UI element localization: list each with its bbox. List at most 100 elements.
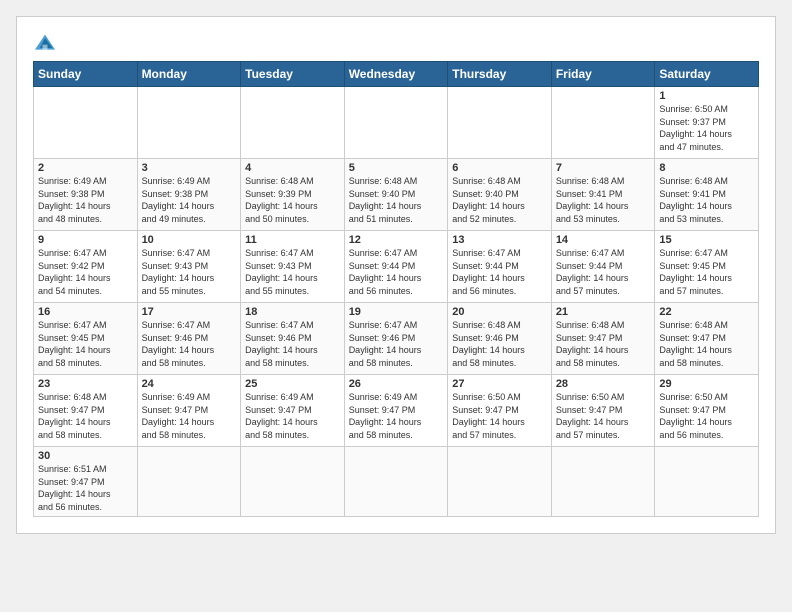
day-number: 24	[142, 378, 237, 390]
calendar-cell: 17Sunrise: 6:47 AM Sunset: 9:46 PM Dayli…	[137, 303, 241, 375]
day-number: 8	[659, 162, 754, 174]
calendar-cell	[241, 87, 345, 159]
cell-info: Sunrise: 6:49 AM Sunset: 9:38 PM Dayligh…	[38, 175, 133, 225]
week-row: 23Sunrise: 6:48 AM Sunset: 9:47 PM Dayli…	[34, 375, 759, 447]
calendar-cell	[344, 87, 448, 159]
calendar-cell: 26Sunrise: 6:49 AM Sunset: 9:47 PM Dayli…	[344, 375, 448, 447]
calendar-cell: 22Sunrise: 6:48 AM Sunset: 9:47 PM Dayli…	[655, 303, 759, 375]
calendar-cell: 5Sunrise: 6:48 AM Sunset: 9:40 PM Daylig…	[344, 159, 448, 231]
day-header-friday: Friday	[551, 62, 655, 87]
cell-info: Sunrise: 6:48 AM Sunset: 9:40 PM Dayligh…	[452, 175, 547, 225]
calendar-cell	[241, 447, 345, 517]
day-header-tuesday: Tuesday	[241, 62, 345, 87]
day-number: 25	[245, 378, 340, 390]
week-row: 16Sunrise: 6:47 AM Sunset: 9:45 PM Dayli…	[34, 303, 759, 375]
calendar-cell	[655, 447, 759, 517]
day-number: 27	[452, 378, 547, 390]
calendar-cell: 3Sunrise: 6:49 AM Sunset: 9:38 PM Daylig…	[137, 159, 241, 231]
cell-info: Sunrise: 6:51 AM Sunset: 9:47 PM Dayligh…	[38, 463, 133, 513]
cell-info: Sunrise: 6:49 AM Sunset: 9:38 PM Dayligh…	[142, 175, 237, 225]
calendar-cell: 21Sunrise: 6:48 AM Sunset: 9:47 PM Dayli…	[551, 303, 655, 375]
cell-info: Sunrise: 6:50 AM Sunset: 9:37 PM Dayligh…	[659, 103, 754, 153]
calendar-cell	[448, 87, 552, 159]
day-number: 14	[556, 234, 651, 246]
cell-info: Sunrise: 6:48 AM Sunset: 9:41 PM Dayligh…	[659, 175, 754, 225]
calendar-cell	[137, 447, 241, 517]
calendar-cell: 6Sunrise: 6:48 AM Sunset: 9:40 PM Daylig…	[448, 159, 552, 231]
cell-info: Sunrise: 6:50 AM Sunset: 9:47 PM Dayligh…	[452, 391, 547, 441]
cell-info: Sunrise: 6:47 AM Sunset: 9:43 PM Dayligh…	[142, 247, 237, 297]
calendar-cell	[551, 87, 655, 159]
calendar-cell: 23Sunrise: 6:48 AM Sunset: 9:47 PM Dayli…	[34, 375, 138, 447]
calendar-cell	[344, 447, 448, 517]
day-number: 18	[245, 306, 340, 318]
header-row: SundayMondayTuesdayWednesdayThursdayFrid…	[34, 62, 759, 87]
cell-info: Sunrise: 6:48 AM Sunset: 9:47 PM Dayligh…	[659, 319, 754, 369]
cell-info: Sunrise: 6:48 AM Sunset: 9:41 PM Dayligh…	[556, 175, 651, 225]
cell-info: Sunrise: 6:47 AM Sunset: 9:45 PM Dayligh…	[659, 247, 754, 297]
day-number: 4	[245, 162, 340, 174]
calendar-cell: 19Sunrise: 6:47 AM Sunset: 9:46 PM Dayli…	[344, 303, 448, 375]
day-number: 19	[349, 306, 444, 318]
calendar-cell	[551, 447, 655, 517]
day-number: 1	[659, 90, 754, 102]
calendar-table: SundayMondayTuesdayWednesdayThursdayFrid…	[33, 61, 759, 517]
cell-info: Sunrise: 6:47 AM Sunset: 9:44 PM Dayligh…	[349, 247, 444, 297]
cell-info: Sunrise: 6:47 AM Sunset: 9:44 PM Dayligh…	[556, 247, 651, 297]
calendar-cell: 10Sunrise: 6:47 AM Sunset: 9:43 PM Dayli…	[137, 231, 241, 303]
logo	[33, 33, 61, 53]
calendar-cell: 29Sunrise: 6:50 AM Sunset: 9:47 PM Dayli…	[655, 375, 759, 447]
calendar-cell: 27Sunrise: 6:50 AM Sunset: 9:47 PM Dayli…	[448, 375, 552, 447]
calendar-cell: 9Sunrise: 6:47 AM Sunset: 9:42 PM Daylig…	[34, 231, 138, 303]
day-number: 28	[556, 378, 651, 390]
calendar-cell: 24Sunrise: 6:49 AM Sunset: 9:47 PM Dayli…	[137, 375, 241, 447]
week-row: 9Sunrise: 6:47 AM Sunset: 9:42 PM Daylig…	[34, 231, 759, 303]
day-number: 5	[349, 162, 444, 174]
calendar-cell	[448, 447, 552, 517]
day-header-sunday: Sunday	[34, 62, 138, 87]
day-number: 7	[556, 162, 651, 174]
cell-info: Sunrise: 6:47 AM Sunset: 9:42 PM Dayligh…	[38, 247, 133, 297]
week-row: 30Sunrise: 6:51 AM Sunset: 9:47 PM Dayli…	[34, 447, 759, 517]
day-number: 17	[142, 306, 237, 318]
calendar-cell: 7Sunrise: 6:48 AM Sunset: 9:41 PM Daylig…	[551, 159, 655, 231]
cell-info: Sunrise: 6:47 AM Sunset: 9:43 PM Dayligh…	[245, 247, 340, 297]
calendar-cell: 1Sunrise: 6:50 AM Sunset: 9:37 PM Daylig…	[655, 87, 759, 159]
day-number: 23	[38, 378, 133, 390]
calendar-cell: 15Sunrise: 6:47 AM Sunset: 9:45 PM Dayli…	[655, 231, 759, 303]
calendar-cell: 16Sunrise: 6:47 AM Sunset: 9:45 PM Dayli…	[34, 303, 138, 375]
cell-info: Sunrise: 6:47 AM Sunset: 9:44 PM Dayligh…	[452, 247, 547, 297]
header	[33, 33, 759, 53]
cell-info: Sunrise: 6:48 AM Sunset: 9:39 PM Dayligh…	[245, 175, 340, 225]
day-header-saturday: Saturday	[655, 62, 759, 87]
calendar-cell: 11Sunrise: 6:47 AM Sunset: 9:43 PM Dayli…	[241, 231, 345, 303]
day-number: 26	[349, 378, 444, 390]
calendar-cell: 18Sunrise: 6:47 AM Sunset: 9:46 PM Dayli…	[241, 303, 345, 375]
day-number: 2	[38, 162, 133, 174]
day-header-thursday: Thursday	[448, 62, 552, 87]
calendar-header: SundayMondayTuesdayWednesdayThursdayFrid…	[34, 62, 759, 87]
cell-info: Sunrise: 6:48 AM Sunset: 9:46 PM Dayligh…	[452, 319, 547, 369]
calendar-cell: 30Sunrise: 6:51 AM Sunset: 9:47 PM Dayli…	[34, 447, 138, 517]
calendar-cell	[34, 87, 138, 159]
day-number: 9	[38, 234, 133, 246]
calendar-cell: 4Sunrise: 6:48 AM Sunset: 9:39 PM Daylig…	[241, 159, 345, 231]
logo-icon	[33, 33, 57, 53]
cell-info: Sunrise: 6:49 AM Sunset: 9:47 PM Dayligh…	[349, 391, 444, 441]
cell-info: Sunrise: 6:49 AM Sunset: 9:47 PM Dayligh…	[245, 391, 340, 441]
cell-info: Sunrise: 6:47 AM Sunset: 9:45 PM Dayligh…	[38, 319, 133, 369]
week-row: 2Sunrise: 6:49 AM Sunset: 9:38 PM Daylig…	[34, 159, 759, 231]
calendar-cell: 25Sunrise: 6:49 AM Sunset: 9:47 PM Dayli…	[241, 375, 345, 447]
day-header-wednesday: Wednesday	[344, 62, 448, 87]
day-number: 12	[349, 234, 444, 246]
day-number: 3	[142, 162, 237, 174]
calendar-cell: 12Sunrise: 6:47 AM Sunset: 9:44 PM Dayli…	[344, 231, 448, 303]
cell-info: Sunrise: 6:47 AM Sunset: 9:46 PM Dayligh…	[349, 319, 444, 369]
calendar-cell: 20Sunrise: 6:48 AM Sunset: 9:46 PM Dayli…	[448, 303, 552, 375]
calendar-cell: 2Sunrise: 6:49 AM Sunset: 9:38 PM Daylig…	[34, 159, 138, 231]
cell-info: Sunrise: 6:47 AM Sunset: 9:46 PM Dayligh…	[142, 319, 237, 369]
day-number: 11	[245, 234, 340, 246]
day-number: 20	[452, 306, 547, 318]
day-number: 15	[659, 234, 754, 246]
calendar-cell: 8Sunrise: 6:48 AM Sunset: 9:41 PM Daylig…	[655, 159, 759, 231]
